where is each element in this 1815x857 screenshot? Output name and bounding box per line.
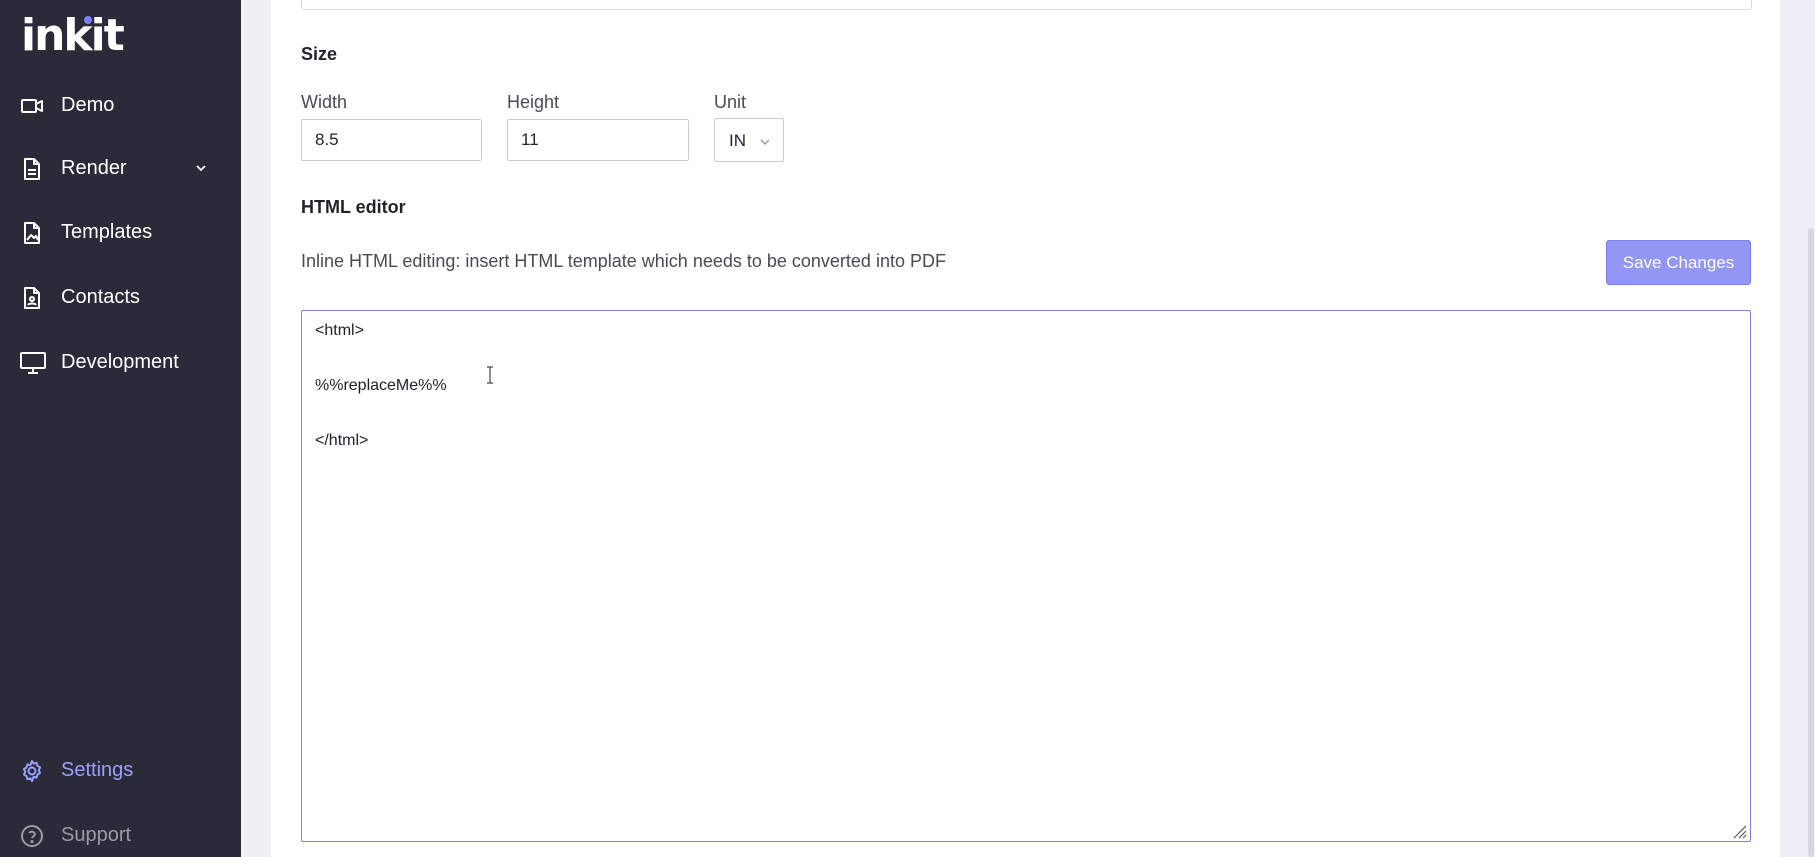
previous-section-border xyxy=(301,0,1752,10)
sidebar-item-label: Support xyxy=(61,823,132,846)
image-file-icon xyxy=(20,221,44,245)
height-label: Height xyxy=(507,92,560,112)
height-input[interactable] xyxy=(507,119,689,161)
sidebar-item-label: Development xyxy=(61,350,179,373)
sidebar-item-contacts[interactable]: Contacts xyxy=(0,277,241,317)
chevron-down-icon[interactable] xyxy=(193,160,209,176)
contact-file-icon xyxy=(20,286,44,310)
sidebar-item-demo[interactable]: Demo xyxy=(0,85,241,125)
document-icon xyxy=(20,157,44,181)
width-label: Width xyxy=(301,92,348,112)
sidebar-item-label: Demo xyxy=(61,93,115,116)
inkit-logo[interactable]: inkit xyxy=(21,10,125,62)
sidebar-item-support[interactable]: Support xyxy=(0,815,241,855)
video-camera-icon xyxy=(20,94,44,118)
text-cursor-icon xyxy=(486,366,494,384)
sidebar-item-label: Templates xyxy=(61,220,153,243)
resize-handle-icon[interactable] xyxy=(1731,823,1747,839)
logo-dot xyxy=(84,16,92,24)
gear-icon xyxy=(20,759,44,783)
size-section-title: Size xyxy=(301,44,338,64)
scrollbar-thumb[interactable] xyxy=(1808,228,1814,857)
help-circle-icon xyxy=(20,824,44,848)
save-changes-button[interactable]: Save Changes xyxy=(1606,240,1751,285)
sidebar-item-label: Settings xyxy=(61,758,134,781)
html-editor-description: Inline HTML editing: insert HTML templat… xyxy=(301,251,946,271)
editor-line: %%replaceMe%% xyxy=(315,377,447,394)
unit-select-value: IN xyxy=(729,131,746,150)
sidebar-item-settings[interactable]: Settings xyxy=(0,750,241,790)
width-input[interactable] xyxy=(301,119,482,161)
editor-line: <html> xyxy=(315,322,364,339)
chevron-down-icon xyxy=(759,135,771,147)
unit-label: Unit xyxy=(714,92,747,112)
sidebar-item-label: Render xyxy=(61,156,127,179)
sidebar-item-development[interactable]: Development xyxy=(0,342,241,382)
html-editor-textarea[interactable] xyxy=(301,310,1751,842)
unit-select[interactable]: IN xyxy=(714,118,784,162)
sidebar-item-templates[interactable]: Templates xyxy=(0,212,241,252)
sidebar: inkit Demo Render Templates Contacts Dev… xyxy=(0,0,241,857)
sidebar-item-render[interactable]: Render xyxy=(0,148,241,188)
editor-line: </html> xyxy=(315,432,369,449)
html-editor-title: HTML editor xyxy=(301,197,406,217)
sidebar-item-label: Contacts xyxy=(61,285,140,308)
monitor-icon xyxy=(20,351,46,375)
